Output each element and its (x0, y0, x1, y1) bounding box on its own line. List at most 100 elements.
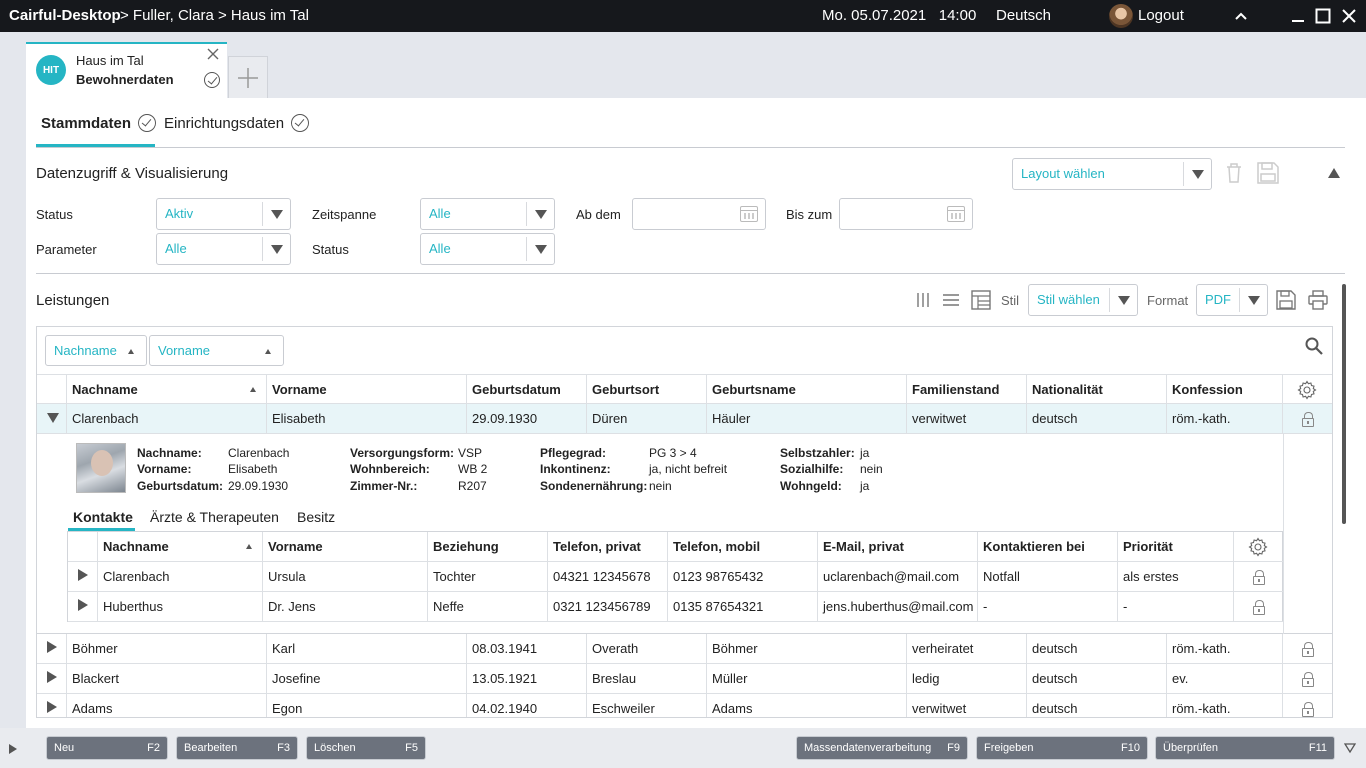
column-header-vorname[interactable]: Vorname (267, 375, 467, 405)
lock-icon[interactable] (1302, 672, 1314, 687)
group-chip-vorname[interactable]: Vorname (149, 335, 284, 366)
ueberpruefen-button[interactable]: Überprüfen F11 (1155, 736, 1335, 760)
collapse-row-toggle[interactable] (37, 404, 67, 434)
row-lock[interactable] (1283, 404, 1332, 434)
collapse-icon[interactable] (1230, 5, 1252, 27)
column-header-geburtsort[interactable]: Geburtsort (587, 375, 707, 405)
contact-lock[interactable] (1234, 562, 1284, 592)
lock-icon[interactable] (1253, 600, 1265, 615)
minimize-icon[interactable] (1287, 5, 1309, 27)
loeschen-button[interactable]: Löschen F5 (306, 736, 426, 760)
table-row[interactable]: Böhmer Karl 08.03.1941 Overath Böhmer ve… (37, 634, 1332, 664)
tab-besitz[interactable]: Besitz (297, 509, 335, 525)
contact-header-nachname[interactable]: Nachname (98, 532, 263, 562)
zeitspanne-select[interactable]: Alle (420, 198, 555, 230)
user-avatar[interactable] (1109, 4, 1133, 28)
parameter-select[interactable]: Alle (156, 233, 291, 265)
contact-column-settings[interactable] (1234, 532, 1284, 562)
save-layout-icon[interactable] (1255, 160, 1281, 186)
column-header-konfession[interactable]: Konfession (1167, 375, 1283, 405)
expand-row-toggle[interactable] (37, 664, 67, 694)
contact-lock[interactable] (1234, 592, 1284, 622)
language-selector[interactable]: Deutsch (996, 7, 1051, 24)
contact-header-telefon-privat[interactable]: Telefon, privat (548, 532, 668, 562)
table-row[interactable]: Blackert Josefine 13.05.1921 Breslau Mül… (37, 664, 1332, 694)
column-header-nachname[interactable]: Nachname (67, 375, 267, 405)
row-detail-panel: Nachname: Clarenbach Vorname: Elisabeth … (37, 434, 1332, 634)
massendatenverarbeitung-button[interactable]: Massendatenverarbeitung F9 (796, 736, 968, 760)
expand-row-toggle[interactable] (37, 694, 67, 717)
triangle-right-icon[interactable] (78, 599, 88, 611)
column-header-geburtsdatum[interactable]: Geburtsdatum (467, 375, 587, 405)
close-tab-icon[interactable] (206, 47, 220, 64)
resident-tab[interactable]: HIT Haus im Tal Bewohnerdaten (26, 42, 227, 98)
maximize-icon[interactable] (1312, 5, 1334, 27)
triangle-right-icon[interactable] (47, 701, 57, 713)
rows-view-icon[interactable] (941, 291, 961, 309)
row-lock[interactable] (1283, 634, 1332, 664)
calendar-icon[interactable] (947, 206, 965, 222)
tab-einrichtungsdaten[interactable]: Einrichtungsdaten (164, 114, 310, 132)
calendar-icon[interactable] (740, 206, 758, 222)
lock-icon[interactable] (1302, 412, 1314, 427)
triangle-right-icon[interactable] (47, 671, 57, 683)
tab-stammdaten[interactable]: Stammdaten (41, 114, 157, 132)
status2-select[interactable]: Alle (420, 233, 555, 265)
contact-header-email[interactable]: E-Mail, privat (818, 532, 978, 562)
breadcrumb[interactable]: > Fuller, Clara > Haus im Tal (120, 7, 309, 24)
expand-row-toggle[interactable] (68, 562, 98, 592)
column-header-nationalitaet[interactable]: Nationalität (1027, 375, 1167, 405)
columns-view-icon[interactable] (913, 291, 933, 309)
close-window-icon[interactable] (1338, 5, 1360, 27)
tab-aerzte-therapeuten[interactable]: Ärzte & Therapeuten (150, 509, 279, 525)
print-icon[interactable] (1307, 289, 1329, 311)
expand-bar-icon[interactable] (8, 742, 18, 757)
save-icon[interactable] (1275, 289, 1297, 311)
search-icon[interactable] (1304, 336, 1324, 356)
lock-icon[interactable] (1302, 702, 1314, 717)
column-header-familienstand[interactable]: Familienstand (907, 375, 1027, 405)
contact-header-beziehung[interactable]: Beziehung (428, 532, 548, 562)
gear-icon[interactable] (1297, 380, 1317, 400)
expand-row-toggle[interactable] (68, 592, 98, 622)
lock-icon[interactable] (1253, 570, 1265, 585)
more-actions-icon[interactable] (1343, 742, 1357, 757)
triangle-down-icon[interactable] (47, 413, 59, 423)
triangle-right-icon[interactable] (78, 569, 88, 581)
scrollbar-thumb[interactable] (1342, 284, 1346, 524)
tab-kontakte[interactable]: Kontakte (73, 509, 133, 525)
contact-header-prioritaet[interactable]: Priorität (1118, 532, 1234, 562)
contact-header-telefon-mobil[interactable]: Telefon, mobil (668, 532, 818, 562)
status-select[interactable]: Aktiv (156, 198, 291, 230)
logout-button[interactable]: Logout (1138, 7, 1184, 24)
layout-select[interactable]: Layout wählen (1012, 158, 1212, 190)
table-row[interactable]: Clarenbach Elisabeth 29.09.1930 Düren Hä… (37, 404, 1332, 434)
group-chip-nachname[interactable]: Nachname (45, 335, 147, 366)
ab-dem-date-input[interactable] (632, 198, 766, 230)
bearbeiten-button[interactable]: Bearbeiten F3 (176, 736, 298, 760)
column-settings[interactable] (1283, 375, 1332, 405)
row-lock[interactable] (1283, 664, 1332, 694)
gear-icon[interactable] (1248, 537, 1268, 557)
expand-row-toggle[interactable] (37, 634, 67, 664)
freigeben-button[interactable]: Freigeben F10 (976, 736, 1148, 760)
lock-icon[interactable] (1302, 642, 1314, 657)
format-select[interactable]: PDF (1196, 284, 1268, 316)
contact-row[interactable]: Huberthus Dr. Jens Neffe 0321 123456789 … (68, 592, 1284, 622)
stil-select[interactable]: Stil wählen (1028, 284, 1138, 316)
table-layout-icon[interactable] (970, 289, 992, 311)
contact-header-kontaktieren[interactable]: Kontaktieren bei (978, 532, 1118, 562)
collapse-section-icon[interactable] (1326, 166, 1342, 180)
detail-wohnbereich-value: WB 2 (458, 462, 488, 476)
trash-icon[interactable] (1223, 160, 1245, 186)
table-row[interactable]: Adams Egon 04.02.1940 Eschweiler Adams v… (37, 694, 1332, 717)
neu-button[interactable]: Neu F2 (46, 736, 168, 760)
contact-row[interactable]: Clarenbach Ursula Tochter 04321 12345678… (68, 562, 1284, 592)
column-header-geburtsname[interactable]: Geburtsname (707, 375, 907, 405)
chevron-down-icon (1109, 288, 1137, 312)
triangle-right-icon[interactable] (47, 641, 57, 653)
row-lock[interactable] (1283, 694, 1332, 717)
bis-zum-date-input[interactable] (839, 198, 973, 230)
add-tab-button[interactable] (228, 56, 268, 98)
contact-header-vorname[interactable]: Vorname (263, 532, 428, 562)
